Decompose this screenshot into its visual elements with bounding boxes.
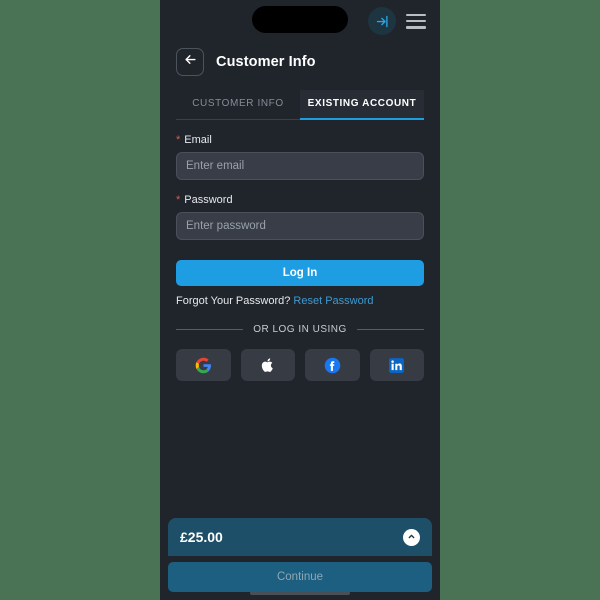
- phone-panel: Customer Info CUSTOMER INFO EXISTING ACC…: [160, 0, 440, 600]
- tab-existing-account[interactable]: EXISTING ACCOUNT: [300, 90, 424, 120]
- tab-customer-info[interactable]: CUSTOMER INFO: [176, 90, 300, 119]
- forgot-password-text: Forgot Your Password?: [176, 295, 291, 307]
- divider-rule-right: [356, 329, 424, 330]
- facebook-icon: [324, 357, 341, 374]
- page-title: Customer Info: [216, 54, 316, 70]
- password-label-row: * Password: [176, 194, 424, 206]
- home-indicator: [250, 591, 350, 595]
- hamburger-menu-icon[interactable]: [406, 13, 426, 29]
- social-login-row: [176, 349, 424, 381]
- screen: Customer Info CUSTOMER INFO EXISTING ACC…: [0, 0, 600, 600]
- field-spacer: [176, 180, 424, 194]
- or-divider: OR LOG IN USING: [176, 324, 424, 335]
- forgot-password-row: Forgot Your Password? Reset Password: [176, 295, 424, 307]
- tab-customer-info-label: CUSTOMER INFO: [192, 98, 284, 109]
- facebook-login-button[interactable]: [305, 349, 360, 381]
- sign-in-button[interactable]: [368, 7, 396, 35]
- login-form: * Email * Password Log In Forgot Your Pa…: [160, 120, 440, 381]
- dynamic-island: [252, 6, 348, 33]
- email-label-row: * Email: [176, 134, 424, 146]
- linkedin-login-button[interactable]: [369, 349, 424, 381]
- continue-bar: Continue: [160, 556, 440, 600]
- email-label: Email: [184, 134, 212, 146]
- divider-rule-left: [176, 329, 244, 330]
- continue-button[interactable]: Continue: [168, 562, 432, 592]
- total-price: £25.00: [180, 529, 223, 545]
- tab-bar: CUSTOMER INFO EXISTING ACCOUNT: [176, 90, 424, 120]
- password-required-marker: *: [176, 194, 181, 206]
- price-summary-bar[interactable]: £25.00: [168, 518, 432, 556]
- divider-label: OR LOG IN USING: [253, 324, 347, 335]
- password-label: Password: [184, 194, 233, 206]
- reset-password-link[interactable]: Reset Password: [293, 295, 373, 307]
- chevron-up-icon: [407, 528, 416, 546]
- apple-login-button[interactable]: [240, 349, 295, 381]
- email-input[interactable]: [176, 152, 424, 180]
- apple-icon: [260, 357, 276, 373]
- sign-in-icon: [375, 14, 390, 29]
- collapse-summary-button[interactable]: [403, 528, 420, 546]
- arrow-left-icon: [183, 52, 198, 72]
- linkedin-icon: [388, 357, 405, 374]
- email-required-marker: *: [176, 134, 181, 146]
- google-icon: [195, 357, 212, 374]
- tab-existing-account-label: EXISTING ACCOUNT: [307, 98, 417, 109]
- status-bar: [160, 0, 440, 42]
- log-in-button[interactable]: Log In: [176, 260, 424, 286]
- password-input[interactable]: [176, 212, 424, 240]
- page-header: Customer Info: [160, 42, 440, 82]
- back-button[interactable]: [176, 48, 204, 76]
- google-login-button[interactable]: [176, 349, 231, 381]
